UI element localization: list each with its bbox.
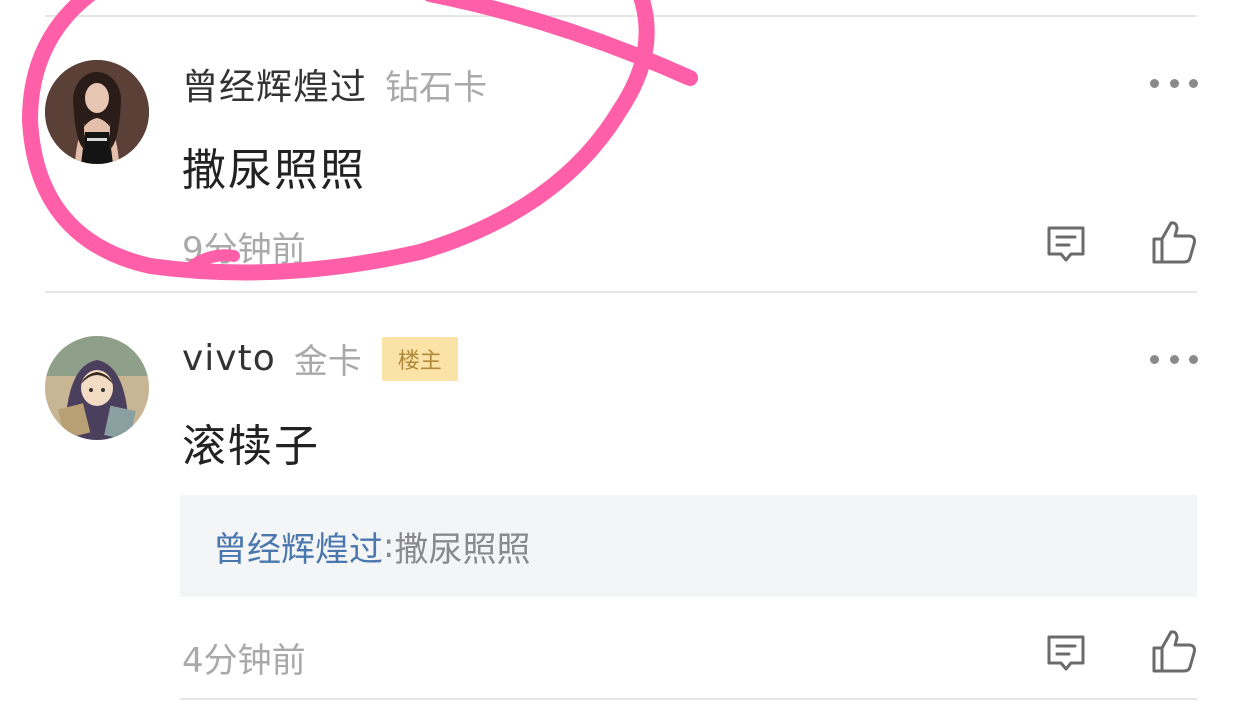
comment-header: 曾经辉煌过 钻石卡 [182,58,487,110]
bottom-divider [180,698,1197,700]
more-dot [1189,78,1198,88]
comment-item: vivto 金卡 楼主 滚犊子 曾经辉煌过: 撒尿照照 4分钟前 [0,292,1242,720]
username[interactable]: vivto [182,338,276,379]
thumbs-up-icon [1152,630,1196,673]
more-button[interactable] [1150,349,1198,369]
more-dots-icon [1150,78,1159,88]
member-level: 钻石卡 [385,67,488,108]
thumbs-up-icon [1152,221,1196,264]
member-level: 金卡 [293,342,362,382]
reply-bubble-icon [1047,226,1085,262]
comment-header: vivto 金卡 楼主 [182,334,458,383]
quoted-reply[interactable]: 曾经辉煌过: 撒尿照照 [180,495,1197,597]
avatar[interactable] [45,60,149,164]
like-button[interactable] [1150,218,1198,266]
op-badge: 楼主 [381,336,458,381]
reply-button[interactable] [1044,222,1088,266]
more-dot [1189,354,1198,364]
comment-content: 撒尿照照 [182,145,366,196]
quote-separator: : [383,526,395,566]
comment-time: 9分钟前 [182,230,306,270]
comment-content: 滚犊子 [182,421,320,472]
comment-time: 4分钟前 [182,641,306,681]
more-dot [1169,354,1179,364]
reply-button[interactable] [1044,631,1088,675]
avatar[interactable] [45,336,149,440]
more-dot [1169,78,1179,88]
more-button[interactable] [1150,73,1198,93]
avatar-image [45,60,149,164]
quote-text: 撒尿照照 [394,529,531,570]
more-dots-icon [1150,354,1159,364]
avatar-image [45,336,149,440]
reply-bubble-icon [1047,635,1085,671]
comment-item: 曾经辉煌过 钻石卡 撒尿照照 9分钟前 [0,0,1242,292]
quote-author[interactable]: 曾经辉煌过 [213,522,383,571]
like-button[interactable] [1150,627,1198,675]
username[interactable]: 曾经辉煌过 [182,58,367,110]
